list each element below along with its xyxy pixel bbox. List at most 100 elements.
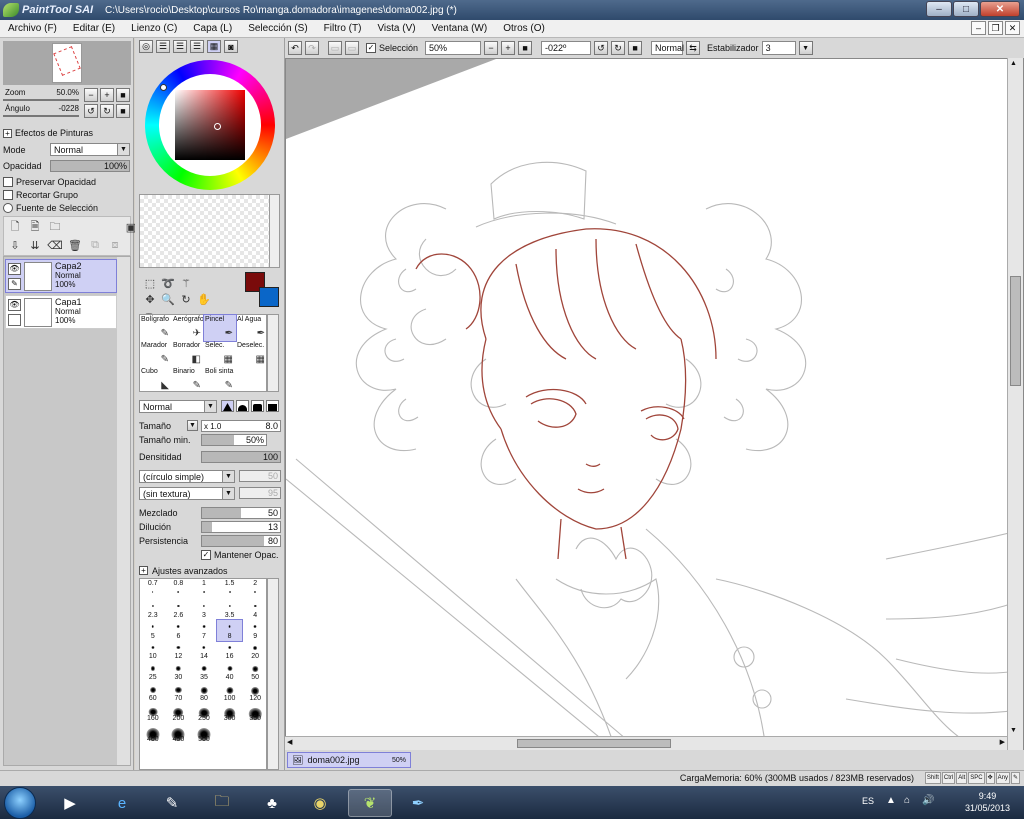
paint-app-icon[interactable]: ✎ bbox=[150, 789, 194, 817]
color-selector[interactable] bbox=[245, 272, 281, 310]
canvas-rotate-right-icon[interactable]: ↻ bbox=[611, 41, 626, 55]
hand-icon[interactable]: ✋ bbox=[197, 292, 211, 306]
brush-mode-select[interactable]: Normal ▼ bbox=[139, 400, 217, 413]
show-selection-checkbox[interactable]: ✓ bbox=[366, 43, 376, 53]
zoom-slider[interactable] bbox=[3, 99, 79, 101]
language-indicator[interactable]: ES bbox=[862, 796, 874, 806]
swatches-scrollbar[interactable] bbox=[269, 194, 280, 268]
canvas-rotate-left-icon[interactable]: ↺ bbox=[594, 41, 609, 55]
brush-size-item[interactable]: 250 bbox=[191, 703, 217, 724]
rect-select-icon[interactable]: ⬚ bbox=[143, 276, 157, 290]
rotate-reset-button[interactable]: ■ bbox=[116, 104, 130, 118]
size-slider[interactable]: x 1.0 8.0 bbox=[201, 420, 281, 432]
brush-tool-item[interactable]: Selec. ▦ bbox=[204, 341, 236, 367]
merge-down-icon[interactable]: ⇊ bbox=[28, 238, 42, 252]
brush-size-item[interactable]: 1 bbox=[191, 579, 217, 600]
brush-size-item[interactable]: 1.5 bbox=[217, 579, 243, 600]
dilution-slider[interactable]: 13 bbox=[201, 521, 281, 533]
horizontal-scroll-thumb[interactable] bbox=[517, 739, 671, 748]
menu-seleccion[interactable]: Selección (S) bbox=[240, 23, 315, 34]
saturation-value-square[interactable] bbox=[175, 90, 245, 160]
lock-checkbox[interactable] bbox=[8, 314, 21, 326]
menu-archivo[interactable]: Archivo (F) bbox=[0, 23, 65, 34]
layer-item[interactable]: 👁 Capa1 Normal 100% bbox=[5, 295, 117, 329]
edge-soft-icon[interactable] bbox=[236, 400, 249, 412]
layer-opacity-slider[interactable]: 100% bbox=[50, 160, 130, 172]
edge-medium-icon[interactable] bbox=[251, 400, 264, 412]
minimize-button[interactable]: – bbox=[926, 1, 952, 17]
brush-tool-item[interactable]: Pincel ✒ bbox=[203, 314, 237, 342]
flip-canvas-icon[interactable]: ⇆ bbox=[686, 41, 701, 55]
pen-icon[interactable]: ✎ bbox=[8, 278, 21, 290]
rotate-right-button[interactable]: ↻ bbox=[100, 104, 114, 118]
new-layer-icon[interactable]: 🗋 bbox=[8, 220, 22, 234]
brush-size-item[interactable]: 60 bbox=[140, 682, 166, 703]
angle-slider[interactable] bbox=[3, 115, 79, 117]
swatch-mode-icon[interactable]: ▦ bbox=[207, 40, 221, 53]
rotate-icon[interactable]: ↻ bbox=[179, 292, 193, 306]
paint-tool-sai-taskbar-icon[interactable]: ❦ bbox=[348, 789, 392, 817]
menu-vista[interactable]: Vista (V) bbox=[369, 23, 423, 34]
brush-grid-scrollbar[interactable] bbox=[267, 314, 279, 392]
zoom-out-button[interactable]: − bbox=[84, 88, 98, 102]
brush-size-item[interactable]: 5 bbox=[140, 620, 166, 641]
layer-mode-select[interactable]: Normal ▼ bbox=[50, 143, 130, 156]
menu-ventana[interactable]: Ventana (W) bbox=[424, 23, 496, 34]
selection-source-row[interactable]: Fuente de Selección bbox=[3, 203, 98, 213]
brush-size-item[interactable]: 16 bbox=[217, 641, 243, 662]
canvas-vertical-scrollbar[interactable]: ▲ ▼ bbox=[1007, 58, 1023, 750]
mdi-restore-button[interactable]: ❐ bbox=[988, 21, 1003, 35]
rgb-slider-mode-icon[interactable]: ☰ bbox=[156, 40, 170, 53]
mix-mode-icon[interactable]: ☰ bbox=[190, 40, 204, 53]
vertical-scroll-thumb[interactable] bbox=[1010, 276, 1021, 386]
brush-size-item[interactable]: 4 bbox=[242, 600, 268, 621]
shape-strength-slider[interactable]: 50 bbox=[239, 470, 281, 482]
density-slider[interactable]: 100 bbox=[201, 451, 281, 463]
color-swatches[interactable] bbox=[139, 194, 271, 268]
scroll-up-icon[interactable]: ▲ bbox=[1010, 60, 1017, 67]
background-color[interactable] bbox=[259, 287, 279, 307]
brush-size-item[interactable]: 50 bbox=[242, 661, 268, 682]
size-mult-dropdown[interactable]: ▼ bbox=[187, 420, 198, 431]
undo-icon[interactable]: ↶ bbox=[288, 41, 302, 55]
brush-size-item[interactable]: 80 bbox=[191, 682, 217, 703]
brush-size-item[interactable]: 7 bbox=[191, 620, 217, 641]
clip-group-row[interactable]: Recortar Grupo bbox=[3, 190, 78, 200]
brush-size-item[interactable]: 200 bbox=[166, 703, 192, 724]
canvas-zoom-out-icon[interactable]: − bbox=[484, 41, 499, 55]
brush-texture-select[interactable]: (sin textura) ▼ bbox=[139, 487, 235, 500]
sai-feather-icon[interactable]: ✒ bbox=[396, 789, 440, 817]
texture-strength-slider[interactable]: 95 bbox=[239, 487, 281, 499]
brush-size-item[interactable]: 450 bbox=[166, 723, 192, 744]
persistence-slider[interactable]: 80 bbox=[201, 535, 281, 547]
brush-size-item[interactable]: 8 bbox=[215, 619, 244, 642]
clock[interactable]: 9:49 31/05/2013 bbox=[965, 790, 1010, 814]
canvas-rotate-reset-icon[interactable]: ■ bbox=[628, 41, 643, 55]
duplicate-layer-icon[interactable]: ⧉ bbox=[88, 238, 102, 252]
eye-icon[interactable]: 👁 bbox=[8, 263, 21, 275]
eye-icon[interactable]: 👁 bbox=[8, 299, 21, 311]
brush-size-item[interactable]: 2 bbox=[242, 579, 268, 600]
brush-size-item[interactable]: 3.5 bbox=[217, 600, 243, 621]
delete-layer-icon[interactable]: 🗑 bbox=[68, 238, 82, 252]
brush-size-item[interactable]: 100 bbox=[217, 682, 243, 703]
brush-size-item[interactable]: 30 bbox=[166, 661, 192, 682]
move-icon[interactable]: ✥ bbox=[143, 292, 157, 306]
start-button[interactable] bbox=[4, 787, 36, 819]
stabilizer-select[interactable]: 3 bbox=[761, 41, 796, 55]
maximize-button[interactable]: □ bbox=[953, 1, 979, 17]
zoom-in-button[interactable]: + bbox=[100, 88, 114, 102]
game-app-icon[interactable]: ♣ bbox=[250, 789, 294, 817]
rotate-left-button[interactable]: ↺ bbox=[84, 104, 98, 118]
clip-group-checkbox[interactable] bbox=[3, 190, 13, 200]
zoom-reset-button[interactable]: ■ bbox=[116, 88, 130, 102]
size-grid-scrollbar[interactable] bbox=[267, 578, 279, 770]
magic-wand-icon[interactable]: ⚚ bbox=[179, 276, 193, 290]
brush-tool-item[interactable]: Boli sinta ✎ bbox=[204, 367, 236, 393]
chevron-down-icon[interactable]: ▼ bbox=[798, 41, 813, 55]
brush-size-item[interactable]: 0.7 bbox=[140, 579, 166, 600]
color-wheel-mode-icon[interactable]: ◎ bbox=[139, 40, 153, 53]
hsv-slider-mode-icon[interactable]: ☰ bbox=[173, 40, 187, 53]
brush-size-item[interactable]: 160 bbox=[140, 703, 166, 724]
effects-row[interactable]: + Efectos de Pinturas bbox=[3, 128, 93, 138]
